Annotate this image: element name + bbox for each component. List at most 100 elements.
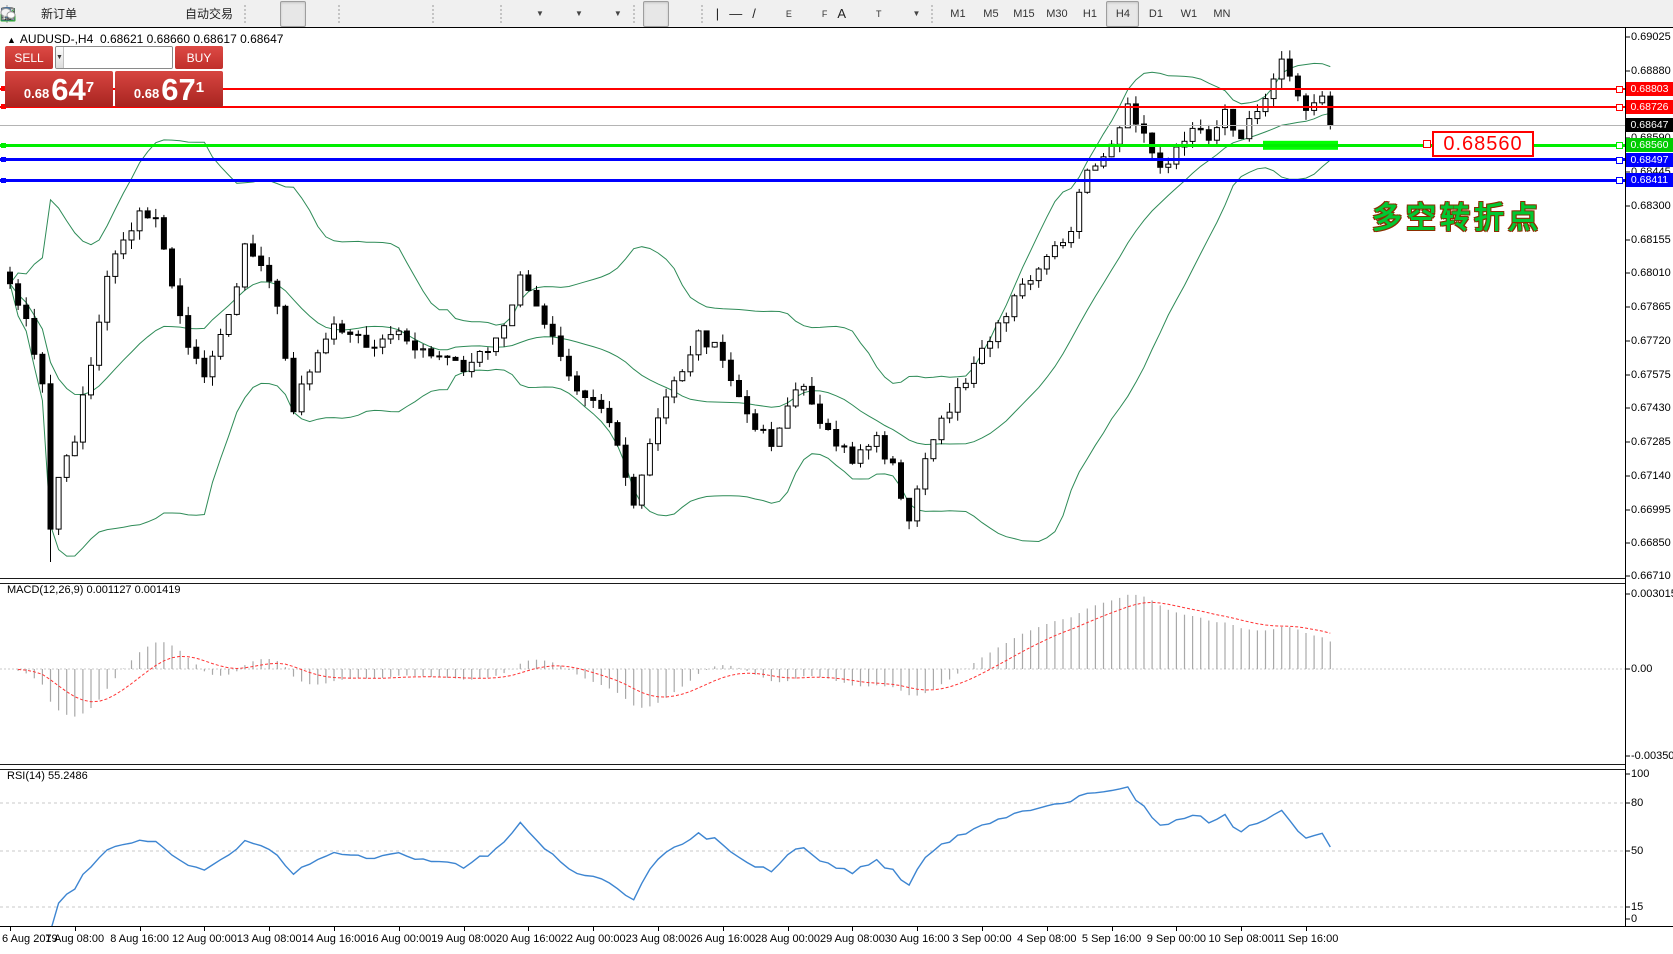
sell-price-main: 64	[51, 75, 85, 104]
arrows-button[interactable]: ▼	[887, 1, 926, 27]
price-tick-mark	[1625, 239, 1630, 240]
autotrading-button-label: 自动交易	[185, 5, 233, 22]
horizontal-line-button[interactable]: —	[724, 1, 747, 27]
panel-splitter-rsi[interactable]	[0, 764, 1625, 770]
sell-button[interactable]: SELL	[5, 46, 53, 69]
buy-button[interactable]: BUY	[175, 46, 223, 69]
signals-button[interactable]	[134, 1, 160, 27]
label-button[interactable]: T	[851, 1, 887, 27]
rsi-tick-label: 100	[1631, 768, 1649, 780]
price-tick-mark	[1625, 442, 1630, 443]
trendline-button[interactable]: /	[747, 1, 761, 27]
time-tick-mark	[852, 927, 853, 931]
timeframe-m1-button[interactable]: M1	[941, 1, 974, 27]
line-anchor[interactable]	[1, 143, 6, 148]
timeframe-m5-button[interactable]: M5	[974, 1, 1007, 27]
search-icon[interactable]	[1613, 6, 1629, 22]
metaquotes-button[interactable]	[82, 1, 108, 27]
cursor-button[interactable]	[643, 1, 669, 27]
text-button[interactable]: A	[832, 1, 851, 27]
arrows-icon	[892, 6, 908, 22]
macd-tick-mark	[1625, 669, 1630, 670]
fibonacci-button[interactable]: F	[797, 1, 833, 27]
toolbar-group-handle[interactable]	[244, 5, 250, 23]
line-chart-button[interactable]	[306, 1, 332, 27]
current-price-line[interactable]	[0, 125, 1625, 126]
main-toolbar: 新订单自动交易▼▼▼|—/EFAT▼M1M5M15M30H1H4D1W1MN	[0, 0, 1673, 28]
toolbar-group-handle[interactable]	[500, 5, 506, 23]
cn-text-annotation[interactable]: 多空转折点	[1372, 193, 1542, 237]
candlestick-icon	[285, 6, 301, 22]
horizontal-line[interactable]	[0, 106, 1625, 108]
horizontal-line[interactable]	[0, 88, 1625, 90]
dropdown-arrow-icon: ▼	[575, 9, 583, 18]
rsi-panel-canvas[interactable]	[0, 768, 1625, 926]
macd-tick-label: -0.003506	[1631, 750, 1673, 762]
candlestick-button[interactable]	[280, 1, 306, 27]
main-chart-canvas[interactable]	[0, 29, 1625, 578]
community-button[interactable]	[108, 1, 134, 27]
vertical-line-button[interactable]: |	[711, 1, 724, 27]
horizontal-line[interactable]	[0, 179, 1625, 182]
line-anchor[interactable]	[1, 157, 6, 162]
new-order-button[interactable]: 新订单	[16, 1, 82, 27]
time-tick-mark	[334, 927, 335, 931]
price-tick-label: 0.68155	[1631, 234, 1671, 246]
shift-chart-button[interactable]	[468, 1, 494, 27]
timeframe-w1-button[interactable]: W1	[1172, 1, 1205, 27]
collapse-arrow-icon[interactable]: ▲	[7, 35, 16, 45]
axis-price-label: 0.68560	[1626, 138, 1673, 152]
macd-panel-canvas[interactable]	[0, 582, 1625, 764]
zoom-in-button[interactable]	[348, 1, 374, 27]
toolbar-group-handle[interactable]	[701, 5, 707, 23]
time-axis[interactable]: 6 Aug 20197 Aug 08:008 Aug 16:0012 Aug 0…	[0, 926, 1673, 954]
line-anchor[interactable]	[1616, 177, 1623, 184]
toolbar-group-handle[interactable]	[338, 5, 344, 23]
crosshair-button[interactable]	[669, 1, 695, 27]
chart-window: 6 Aug 20197 Aug 08:008 Aug 16:0012 Aug 0…	[0, 27, 1673, 953]
time-tick-label: 10 Sep 08:00	[1208, 933, 1273, 945]
volume-input[interactable]	[64, 47, 173, 68]
timeframe-d1-button[interactable]: D1	[1139, 1, 1172, 27]
toolbar-group-handle[interactable]	[432, 5, 438, 23]
panel-splitter-macd[interactable]	[0, 578, 1625, 584]
rsi-tick-mark	[1625, 851, 1630, 852]
auto-scroll-button[interactable]	[442, 1, 468, 27]
price-label-annotation[interactable]: 0.68560	[1432, 131, 1534, 157]
bar-chart-button[interactable]	[254, 1, 280, 27]
toolbar-group-handle[interactable]	[931, 5, 937, 23]
price-tick-mark	[1625, 340, 1630, 341]
toolbar-group-handle[interactable]	[633, 5, 639, 23]
tool-letter: F	[822, 9, 828, 19]
chat-icon[interactable]	[1643, 6, 1659, 22]
timeframe-m30-button[interactable]: M30	[1040, 1, 1073, 27]
sell-price-box[interactable]: 0.68 64 7	[5, 71, 113, 107]
buy-price-box[interactable]: 0.68 67 1	[115, 71, 223, 107]
price-tick-label: 0.66710	[1631, 570, 1671, 582]
line-anchor[interactable]	[1616, 104, 1623, 111]
time-tick-label: 28 Aug 00:00	[755, 933, 820, 945]
timeframe-m15-button[interactable]: M15	[1007, 1, 1040, 27]
line-anchor[interactable]	[1, 178, 6, 183]
line-anchor[interactable]	[1616, 142, 1623, 149]
templates-button[interactable]: ▼	[588, 1, 627, 27]
horizontal-line[interactable]	[0, 158, 1625, 161]
channel-button[interactable]: E	[761, 1, 797, 27]
timeframe-mn-button[interactable]: MN	[1205, 1, 1238, 27]
text-icon: A	[837, 7, 846, 20]
periods-button[interactable]: ▼	[549, 1, 588, 27]
rsi-tick-label: 0	[1631, 913, 1637, 925]
rsi-tick-label: 80	[1631, 797, 1643, 809]
line-anchor[interactable]	[1616, 86, 1623, 93]
price-label-anchor[interactable]	[1423, 140, 1431, 148]
horizontal-line[interactable]	[0, 144, 1625, 147]
line-anchor[interactable]	[1616, 157, 1623, 164]
autotrading-button[interactable]: 自动交易	[160, 1, 238, 27]
volume-decrease-button[interactable]: ▼	[56, 47, 64, 68]
indicators-button[interactable]: ▼	[510, 1, 549, 27]
timeframe-h4-button[interactable]: H4	[1106, 1, 1139, 27]
timeframe-h1-button[interactable]: H1	[1073, 1, 1106, 27]
tile-windows-button[interactable]	[400, 1, 426, 27]
chart-ohlc-values: 0.68621 0.68660 0.68617 0.68647	[100, 32, 284, 46]
zoom-out-button[interactable]	[374, 1, 400, 27]
